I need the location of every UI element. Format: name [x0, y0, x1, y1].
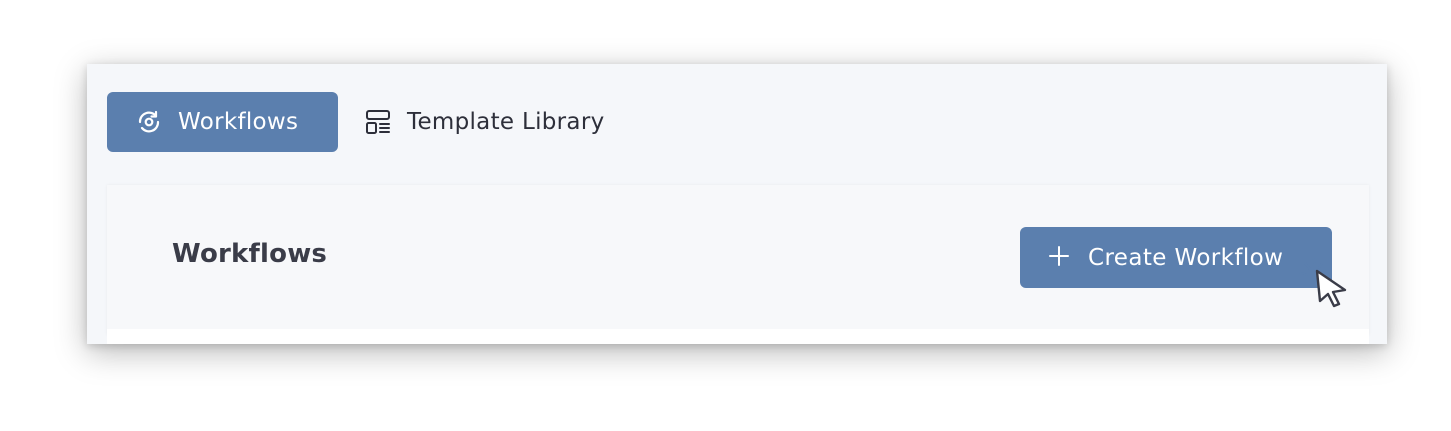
plus-icon — [1048, 243, 1070, 273]
template-icon — [365, 109, 391, 135]
page-title: Workflows — [172, 239, 328, 269]
tab-workflows-label: Workflows — [178, 109, 299, 135]
tab-template-library[interactable]: Template Library — [349, 92, 649, 152]
tab-template-library-label: Template Library — [407, 109, 605, 135]
panel-divider — [107, 329, 1369, 344]
app-window: Workflows Template Library Workflows Cre… — [87, 64, 1387, 344]
create-workflow-label: Create Workflow — [1088, 244, 1284, 271]
tab-workflows[interactable]: Workflows — [107, 92, 338, 152]
create-workflow-button[interactable]: Create Workflow — [1020, 227, 1332, 288]
workflow-icon — [136, 109, 162, 135]
